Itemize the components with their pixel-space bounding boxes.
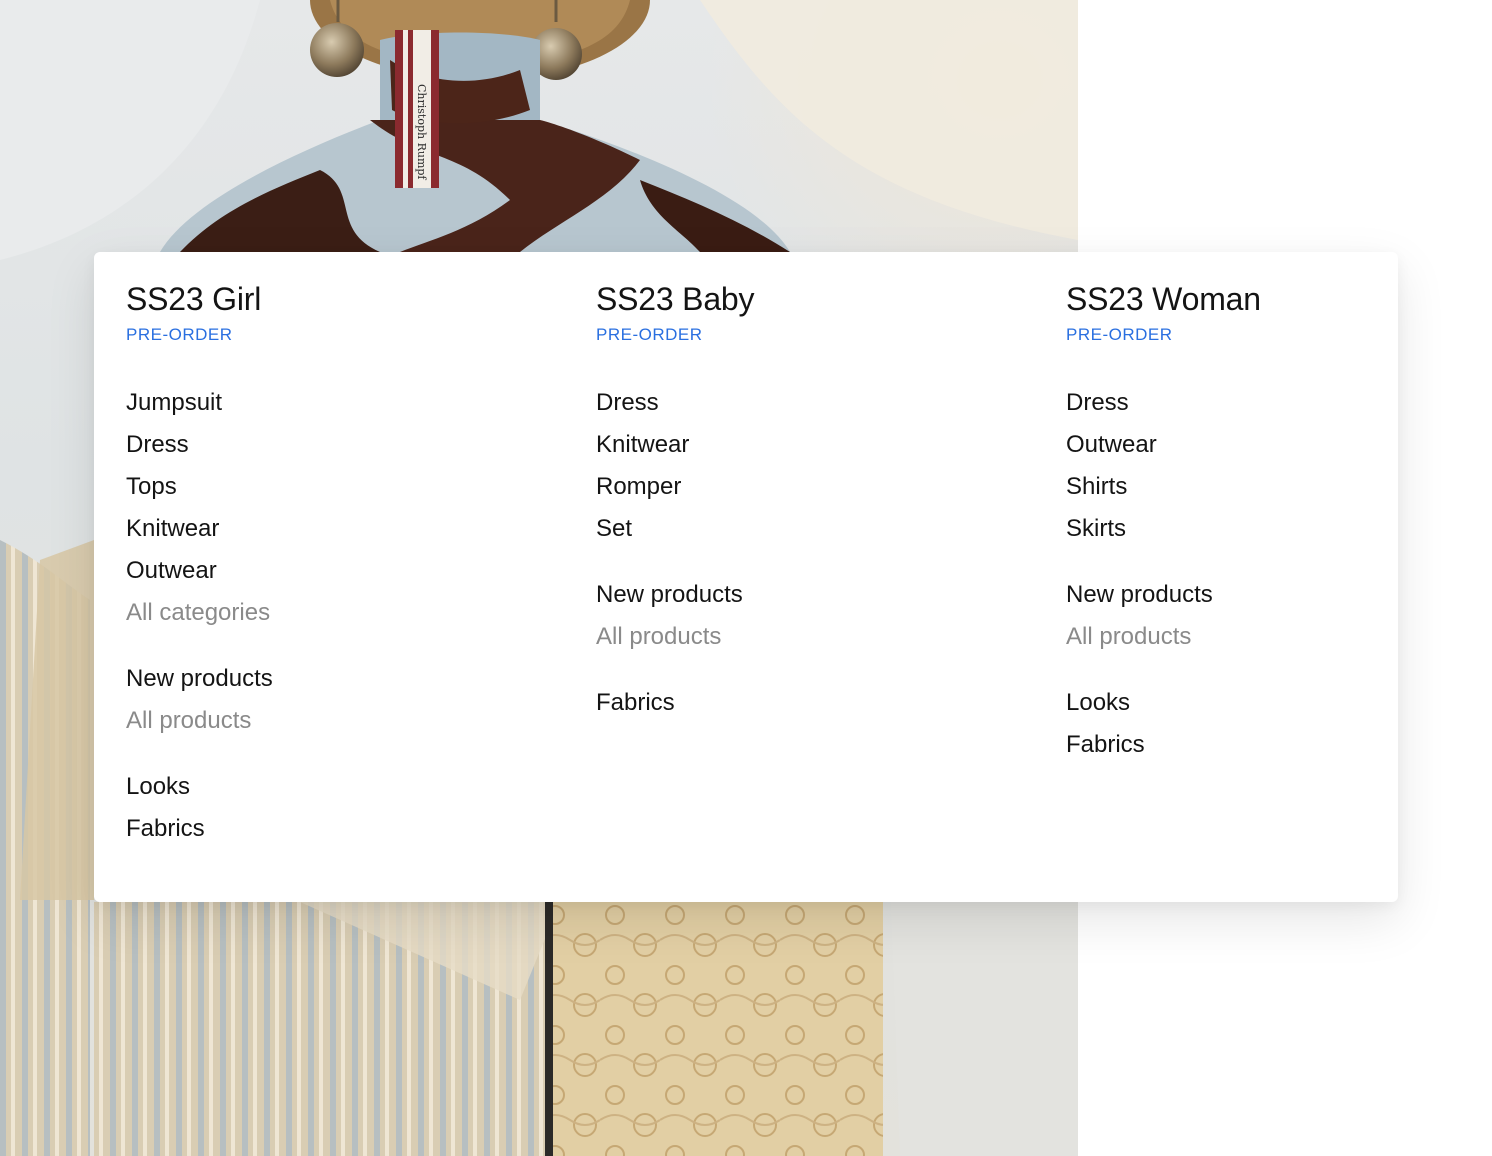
menu-link-tops[interactable]: Tops — [126, 466, 566, 508]
column-title-woman[interactable]: SS23 Woman — [1066, 278, 1492, 320]
mega-menu-dropdown: SS23 Girl PRE-ORDER Jumpsuit Dress Tops … — [94, 252, 1398, 902]
pre-order-link-baby[interactable]: PRE-ORDER — [596, 324, 703, 346]
extras-group: Looks Fabrics — [1066, 682, 1492, 766]
menu-link-fabrics[interactable]: Fabrics — [596, 682, 1036, 724]
menu-link-romper[interactable]: Romper — [596, 466, 1036, 508]
menu-link-all-products[interactable]: All products — [126, 700, 566, 742]
menu-link-outwear[interactable]: Outwear — [1066, 424, 1492, 466]
menu-link-knitwear[interactable]: Knitwear — [126, 508, 566, 550]
menu-link-all-categories[interactable]: All categories — [126, 592, 566, 634]
category-group: Dress Knitwear Romper Set — [596, 382, 1036, 550]
category-group: Jumpsuit Dress Tops Knitwear Outwear All… — [126, 382, 566, 634]
extras-group: Fabrics — [596, 682, 1036, 724]
menu-column-baby: SS23 Baby PRE-ORDER Dress Knitwear Rompe… — [596, 278, 1036, 724]
brand-label-text: Christoph Rumpf — [415, 84, 428, 180]
products-group: New products All products — [126, 658, 566, 742]
menu-link-new-products[interactable]: New products — [126, 658, 566, 700]
menu-link-looks[interactable]: Looks — [126, 766, 566, 808]
menu-link-dress[interactable]: Dress — [596, 382, 1036, 424]
menu-link-set[interactable]: Set — [596, 508, 1036, 550]
column-title-girl[interactable]: SS23 Girl — [126, 278, 566, 320]
menu-link-looks[interactable]: Looks — [1066, 682, 1492, 724]
menu-link-fabrics[interactable]: Fabrics — [1066, 724, 1492, 766]
menu-link-fabrics[interactable]: Fabrics — [126, 808, 566, 850]
menu-link-dress[interactable]: Dress — [1066, 382, 1492, 424]
pre-order-link-woman[interactable]: PRE-ORDER — [1066, 324, 1173, 346]
category-group: Dress Outwear Shirts Skirts — [1066, 382, 1492, 550]
menu-link-skirts[interactable]: Skirts — [1066, 508, 1492, 550]
column-title-baby[interactable]: SS23 Baby — [596, 278, 1036, 320]
menu-link-knitwear[interactable]: Knitwear — [596, 424, 1036, 466]
products-group: New products All products — [596, 574, 1036, 658]
menu-column-woman: SS23 Woman PRE-ORDER Dress Outwear Shirt… — [1066, 278, 1492, 766]
menu-link-jumpsuit[interactable]: Jumpsuit — [126, 382, 566, 424]
menu-link-outwear[interactable]: Outwear — [126, 550, 566, 592]
menu-link-dress[interactable]: Dress — [126, 424, 566, 466]
menu-link-shirts[interactable]: Shirts — [1066, 466, 1492, 508]
products-group: New products All products — [1066, 574, 1492, 658]
menu-link-all-products[interactable]: All products — [1066, 616, 1492, 658]
extras-group: Looks Fabrics — [126, 766, 566, 850]
menu-column-girl: SS23 Girl PRE-ORDER Jumpsuit Dress Tops … — [126, 278, 566, 850]
pre-order-link-girl[interactable]: PRE-ORDER — [126, 324, 233, 346]
menu-link-new-products[interactable]: New products — [1066, 574, 1492, 616]
menu-link-new-products[interactable]: New products — [596, 574, 1036, 616]
page: Christoph Rumpf SS23 Girl PRE-ORDER Jump… — [0, 0, 1492, 1156]
menu-link-all-products[interactable]: All products — [596, 616, 1036, 658]
